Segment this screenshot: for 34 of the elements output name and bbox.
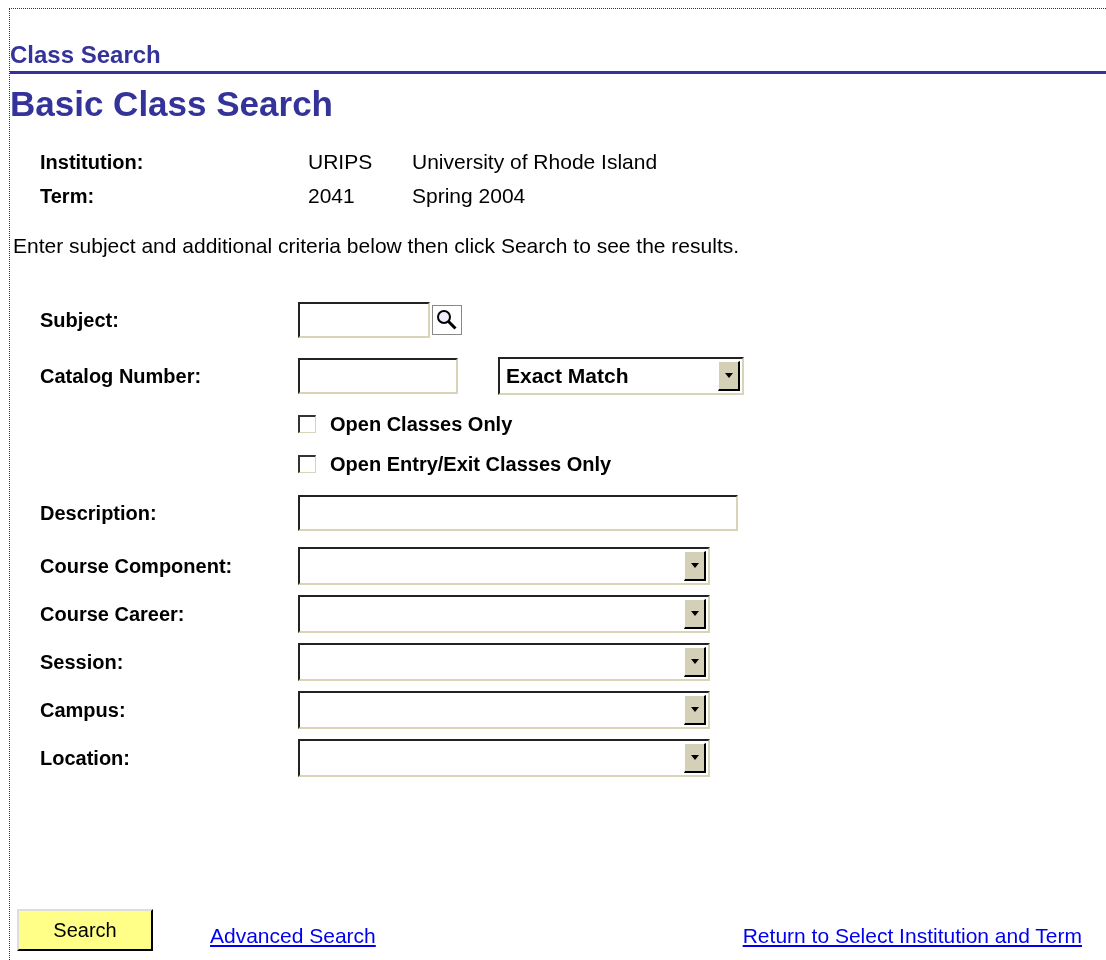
input-field[interactable]: [298, 495, 738, 531]
info-value: University of Rhode Island: [412, 150, 659, 174]
field-label: Description:: [40, 501, 158, 525]
info-label: Institution:: [40, 151, 145, 174]
checkbox-label: Open Classes Only: [330, 412, 513, 436]
info-code: 2041: [308, 184, 356, 208]
dropdown[interactable]: [298, 547, 710, 585]
info-code: URIPS: [308, 150, 374, 174]
checkbox-label: Open Entry/Exit Classes Only: [330, 452, 612, 476]
dropdown[interactable]: [298, 643, 710, 681]
dropdown[interactable]: [298, 691, 710, 729]
input-field[interactable]: [298, 302, 430, 338]
field-label: Catalog Number:: [40, 364, 203, 388]
field-label: Subject:: [40, 308, 120, 332]
input-field[interactable]: [298, 358, 458, 394]
checkbox[interactable]: [298, 415, 316, 433]
field-label: Course Career:: [40, 602, 186, 626]
page-heading: Basic Class Search: [10, 84, 334, 124]
checkbox[interactable]: [298, 455, 316, 473]
dropdown[interactable]: [298, 739, 710, 777]
info-label: Term:: [40, 185, 96, 208]
return-link[interactable]: Return to Select Institution and Term: [742, 924, 1082, 948]
field-label: Campus:: [40, 698, 127, 722]
match-dropdown[interactable]: Exact Match: [498, 357, 744, 395]
info-value: Spring 2004: [412, 184, 527, 208]
field-label: Session:: [40, 650, 125, 674]
dropdown[interactable]: [298, 595, 710, 633]
page-title: Class Search: [10, 41, 161, 69]
field-label: Location:: [40, 746, 131, 770]
instructions-text: Enter subject and additional criteria below then click Search to see the results.: [13, 234, 740, 258]
search-icon[interactable]: [432, 305, 462, 335]
field-label: Course Component:: [40, 554, 234, 578]
search-button[interactable]: Search: [17, 909, 153, 951]
advanced-search-link[interactable]: Advanced Search: [210, 924, 376, 948]
